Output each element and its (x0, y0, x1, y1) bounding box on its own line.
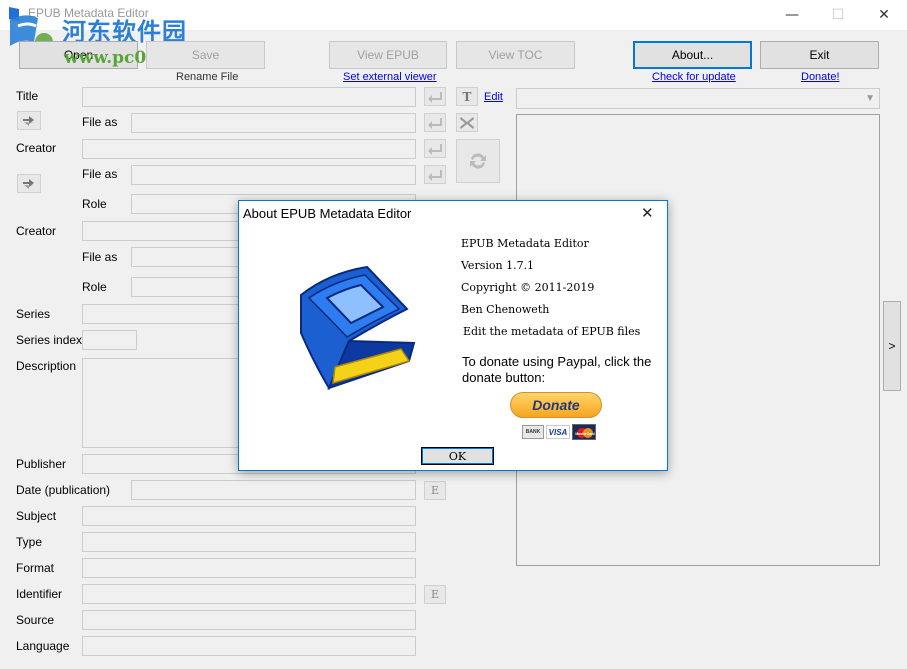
chevron-down-icon: ▼ (865, 93, 875, 104)
identifier-e-button[interactable]: E (424, 585, 446, 604)
copy-creator-file-as-button[interactable] (424, 165, 446, 184)
language-label: Language (16, 639, 70, 653)
about-app-name: EPUB Metadata Editor (461, 237, 589, 250)
source-field[interactable] (82, 610, 416, 630)
book-logo-icon (300, 265, 416, 391)
clear-button[interactable] (456, 113, 478, 132)
cover-select[interactable]: ▼ (516, 88, 880, 109)
language-field[interactable] (82, 636, 416, 656)
refresh-icon (470, 153, 486, 169)
title-case-button[interactable]: T (456, 87, 478, 106)
refresh-button[interactable] (456, 139, 500, 183)
mastercard-text: MasterCard (575, 432, 594, 436)
creator-1-field[interactable] (82, 139, 416, 159)
publisher-label: Publisher (16, 457, 67, 471)
view-toc-button[interactable]: View TOC (456, 41, 575, 69)
swap-icon (23, 115, 35, 126)
check-for-update-link[interactable]: Check for update (652, 71, 736, 83)
swap-creator-button[interactable] (17, 174, 41, 193)
set-external-viewer-link[interactable]: Set external viewer (343, 71, 437, 83)
maximize-button[interactable]: ☐ (815, 0, 861, 30)
swap-title-button[interactable] (17, 111, 41, 130)
type-field[interactable] (82, 532, 416, 552)
dialog-close-button[interactable]: ✕ (641, 204, 654, 222)
creator-1-file-as-label: File as (82, 167, 118, 181)
title-field[interactable] (82, 87, 416, 107)
mastercard-icon: MasterCard (572, 424, 596, 440)
window-close-button[interactable]: ✕ (861, 0, 907, 30)
identifier-field[interactable] (82, 584, 416, 604)
about-version: Version 1.7.1 (461, 259, 535, 272)
about-dialog: About EPUB Metadata Editor ✕ EPUB Metada… (238, 200, 668, 471)
donate-instructions: To donate using Paypal, click the donate… (462, 354, 652, 385)
donate-link[interactable]: Donate! (801, 71, 840, 83)
creator-1-label: Creator (16, 141, 57, 155)
subject-field[interactable] (82, 506, 416, 526)
creator-2-label: Creator (16, 224, 57, 238)
return-arrow-icon (428, 169, 442, 181)
swap-icon (23, 178, 35, 189)
date-field[interactable] (131, 480, 416, 500)
edit-link[interactable]: Edit (484, 91, 503, 103)
series-label: Series (16, 307, 51, 321)
rename-file-label: Rename File (176, 71, 239, 83)
mastercard-logo: MasterCard (575, 428, 595, 438)
bank-card-icon: BANK (522, 425, 544, 439)
minimize-button[interactable]: — (769, 0, 815, 30)
description-label: Description (16, 359, 77, 373)
view-epub-button[interactable]: View EPUB (329, 41, 447, 69)
x-icon (460, 116, 474, 129)
identifier-label: Identifier (16, 587, 63, 601)
return-arrow-icon (428, 117, 442, 129)
date-e-button[interactable]: E (424, 481, 446, 500)
dialog-title: About EPUB Metadata Editor (243, 206, 412, 221)
about-author: Ben Chenoweth (461, 303, 550, 316)
return-arrow-icon (428, 91, 442, 103)
creator-2-file-as-label: File as (82, 250, 118, 264)
copy-creator-button[interactable] (424, 139, 446, 158)
return-arrow-icon (428, 143, 442, 155)
about-button[interactable]: About... (633, 41, 752, 69)
about-tagline: Edit the metadata of EPUB files (463, 325, 641, 338)
role-1-label: Role (82, 197, 107, 211)
about-copyright: Copyright © 2011-2019 (461, 281, 595, 294)
type-label: Type (16, 535, 43, 549)
copy-title-button[interactable] (424, 87, 446, 106)
paypal-donate-button[interactable]: Donate (510, 392, 602, 418)
payment-cards: BANK VISA MasterCard (522, 423, 602, 441)
source-label: Source (16, 613, 55, 627)
role-2-label: Role (82, 280, 107, 294)
ok-button[interactable]: OK (421, 447, 494, 465)
series-index-field[interactable] (82, 330, 137, 350)
format-field[interactable] (82, 558, 416, 578)
copy-file-as-button[interactable] (424, 113, 446, 132)
creator-1-file-as-field[interactable] (131, 165, 416, 185)
expand-panel-button[interactable]: > (883, 301, 901, 391)
save-button[interactable]: Save (146, 41, 265, 69)
title-label: Title (16, 89, 39, 103)
subject-label: Subject (16, 509, 57, 523)
title-file-as-label: File as (82, 115, 118, 129)
format-label: Format (16, 561, 55, 575)
series-index-label: Series index (16, 333, 83, 347)
visa-card-icon: VISA (546, 425, 570, 439)
date-label: Date (publication) (16, 483, 111, 497)
exit-button[interactable]: Exit (760, 41, 879, 69)
title-file-as-field[interactable] (131, 113, 416, 133)
